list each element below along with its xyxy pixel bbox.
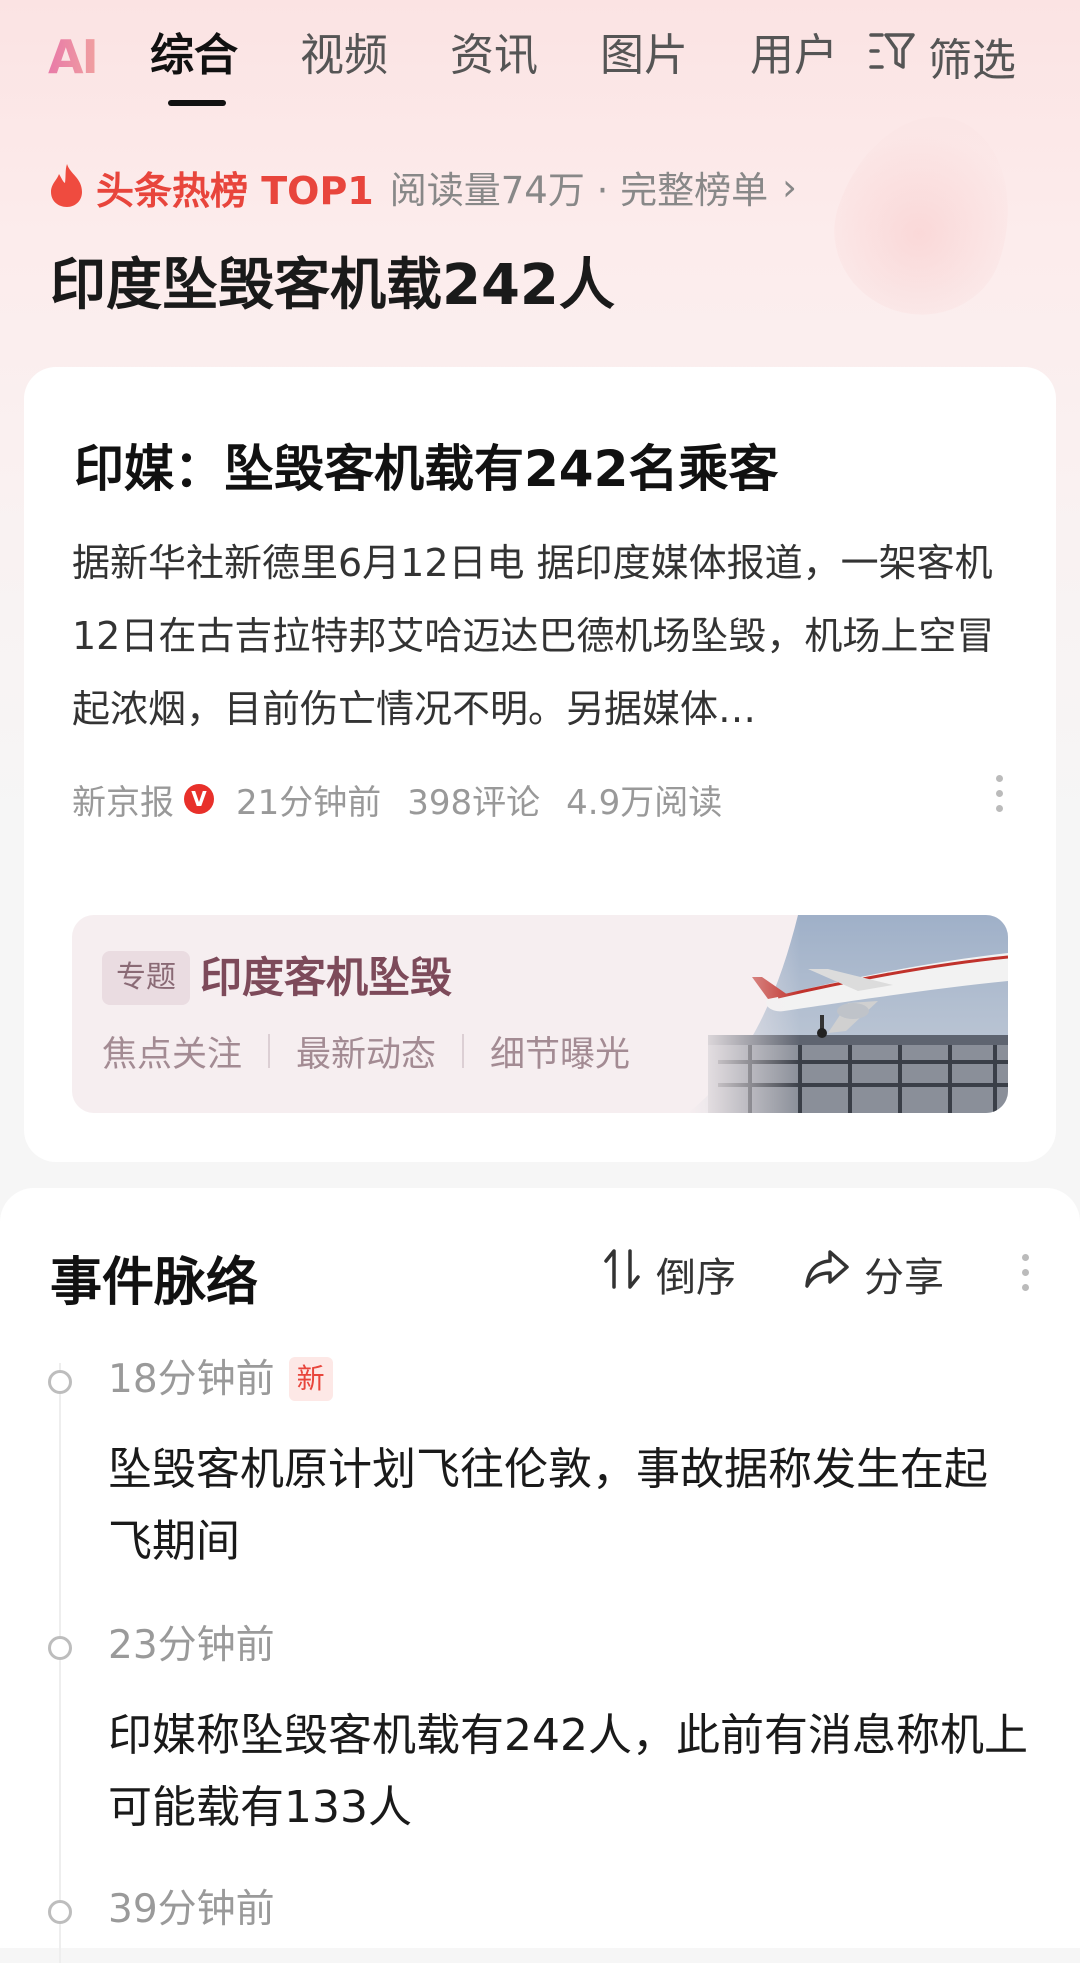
read-count: 4.9万阅读 [566,782,723,823]
share-label: 分享 [864,1255,944,1301]
more-options-icon[interactable] [1022,1254,1029,1291]
tab-news[interactable]: 资讯 [450,28,538,84]
share-button[interactable]: 分享 [804,1246,944,1302]
special-link-focus[interactable]: 焦点关注 [102,1026,242,1077]
share-icon [804,1248,850,1300]
timeline-item-time: 23分钟前 [108,1623,275,1668]
special-topic-card[interactable]: 专题 印度客机坠毁 焦点关注 最新动态 细节曝光 [72,915,1008,1113]
article-meta: 新京报 V 21分钟前 398评论 4.9万阅读 [72,769,722,829]
special-topic-title[interactable]: 印度客机坠毁 [200,949,452,1007]
top-tab-bar: AI 综合 视频 资讯 图片 用户 筛选 [0,0,1080,110]
flame-icon [48,162,86,212]
divider [268,1034,271,1068]
filter-button[interactable]: 筛选 [868,28,1016,86]
divider [462,1034,465,1068]
special-link-latest[interactable]: 最新动态 [296,1026,436,1077]
timeline-item-text[interactable]: 印媒称坠毁客机载有242人，此前有消息称机上可能载有133人 [108,1700,1028,1844]
hot-list-meta: 阅读量74万 · 完整榜单 [389,169,769,212]
sort-label: 倒序 [656,1255,736,1301]
topic-title: 印度坠毁客机载242人 [50,253,615,318]
hot-list-badge: 头条热榜 TOP1 [96,168,374,213]
tab-comprehensive[interactable]: 综合 [150,28,238,84]
chevron-right-icon: › [782,165,797,209]
comment-count: 398评论 [407,782,541,823]
event-timeline-section: 事件脉络 倒序 分享 18分钟前新 坠毁客机原计划飞往伦敦，事故据称发生在起飞期… [0,1188,1080,1963]
filter-label: 筛选 [928,35,1016,86]
new-badge: 新 [288,1357,333,1401]
timeline-dot [48,1370,72,1394]
timeline-time-text: 18分钟前 [108,1357,275,1402]
sort-button[interactable]: 倒序 [602,1246,736,1302]
airplane-image [688,915,1008,1113]
verified-icon: V [184,784,214,814]
timeline-dot [48,1900,72,1924]
tab-images[interactable]: 图片 [600,28,688,84]
ai-logo-button[interactable]: AI [48,30,99,84]
article-card[interactable]: 印媒：坠毁客机载有242名乘客 据新华社新德里6月12日电 据印度媒体报道，一架… [24,367,1056,1162]
timeline-dot [48,1636,72,1660]
article-title[interactable]: 印媒：坠毁客机载有242名乘客 [74,429,778,501]
timeline-item-time: 39分钟前 [108,1887,275,1932]
tab-video[interactable]: 视频 [300,28,388,84]
filter-icon [868,29,916,84]
timeline-title: 事件脉络 [50,1253,259,1313]
special-topic-links: 焦点关注 最新动态 细节曝光 [102,1023,630,1079]
active-tab-indicator [168,100,226,106]
sort-icon [602,1247,642,1301]
timeline-item-time: 18分钟前新 [108,1352,333,1408]
more-options-icon[interactable] [996,775,1003,812]
timeline-line [59,1363,61,1963]
tab-users[interactable]: 用户 [750,28,838,84]
source-name[interactable]: 新京报 [72,775,174,824]
special-topic-tag: 专题 [102,951,190,1005]
article-summary[interactable]: 据新华社新德里6月12日电 据印度媒体报道，一架客机12日在古吉拉特邦艾哈迈达巴… [72,527,1032,746]
special-link-details[interactable]: 细节曝光 [490,1026,630,1077]
hot-list-line[interactable]: 头条热榜 TOP1 阅读量74万 · 完整榜单 › [48,160,797,214]
timeline-item-text[interactable]: 坠毁客机原计划飞往伦敦，事故据称发生在起飞期间 [108,1434,1028,1578]
publish-time: 21分钟前 [236,782,382,823]
